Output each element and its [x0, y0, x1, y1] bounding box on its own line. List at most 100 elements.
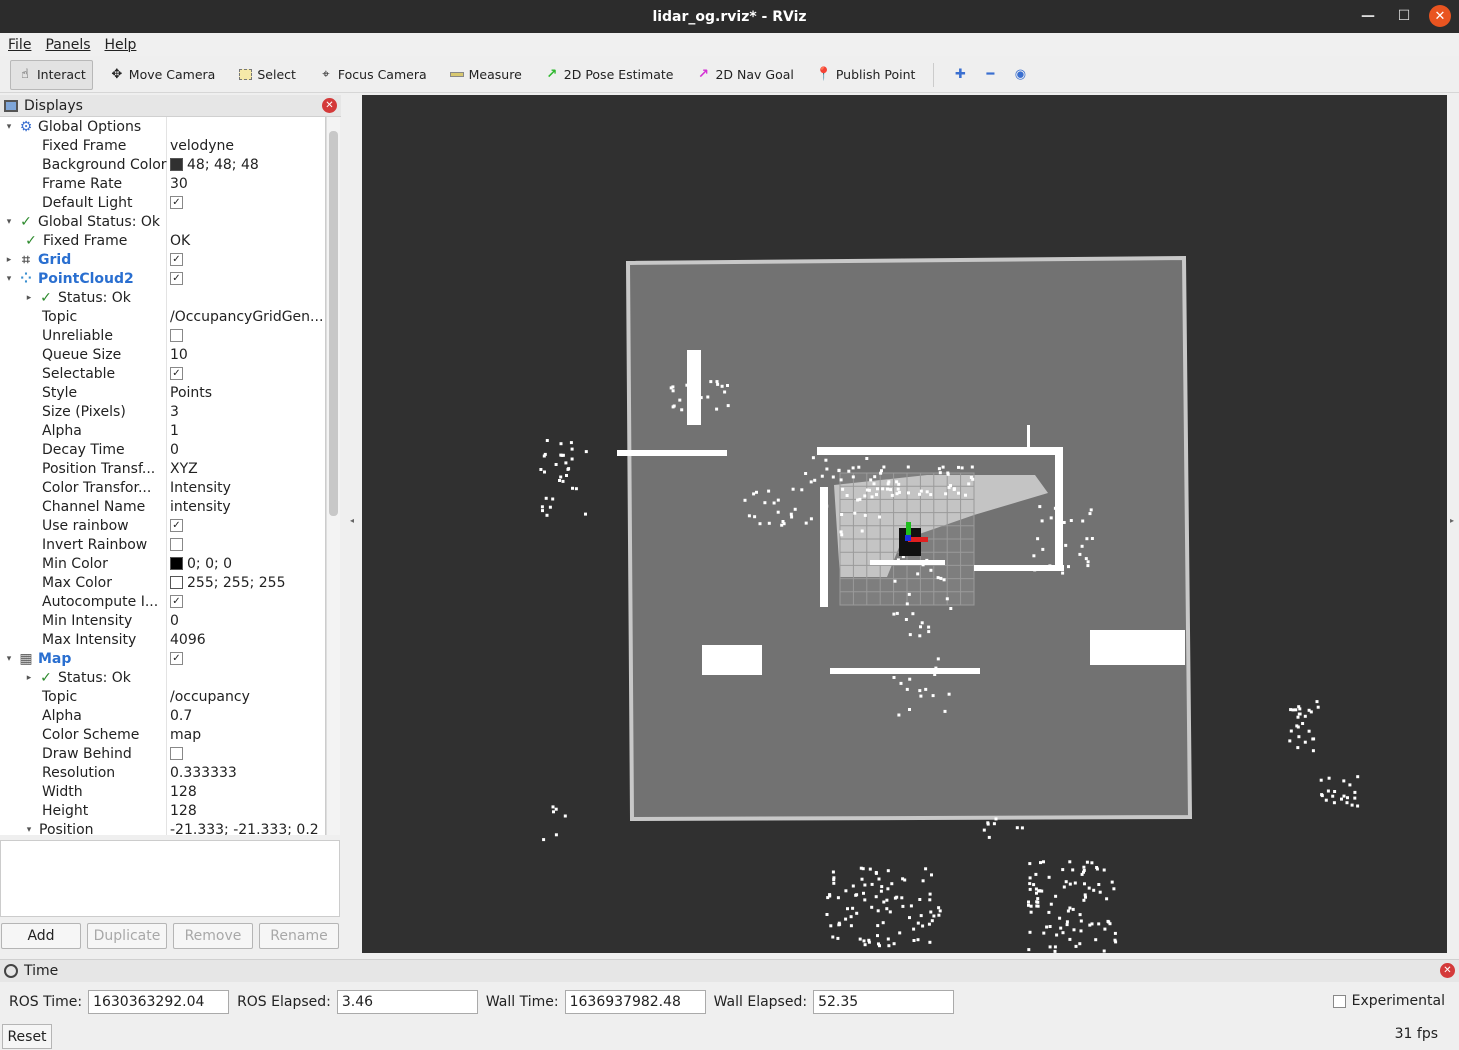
ros-time-field[interactable] — [88, 990, 230, 1014]
display-row[interactable]: Invert Rainbow — [0, 535, 325, 554]
display-row-value[interactable]: 128 — [170, 784, 197, 800]
display-row[interactable]: ▸ ✓ Status: Ok — [0, 288, 325, 307]
display-row-value[interactable]: /OccupancyGridGen... — [170, 309, 323, 325]
display-checkbox[interactable]: ✓ — [170, 196, 183, 209]
menu-help[interactable]: Help — [105, 37, 137, 53]
reset-button[interactable]: Reset — [2, 1024, 52, 1049]
menu-panels[interactable]: Panels — [45, 37, 90, 53]
display-row[interactable]: Alpha 0.7 — [0, 706, 325, 725]
display-row[interactable]: ▾ ✓ Global Status: Ok — [0, 212, 325, 231]
display-row[interactable]: Min Color 0; 0; 0 — [0, 554, 325, 573]
expand-down-icon[interactable]: ▾ — [4, 654, 14, 664]
experimental-checkbox[interactable] — [1332, 994, 1346, 1008]
display-row[interactable]: ▸ ⌗ Grid ✓ — [0, 250, 325, 269]
move-camera-tool[interactable]: ✥ Move Camera — [103, 60, 222, 90]
display-checkbox[interactable]: ✓ — [170, 272, 183, 285]
duplicate-button[interactable]: Duplicate — [87, 923, 167, 949]
display-row[interactable]: ▾ ⁘ PointCloud2 ✓ — [0, 269, 325, 288]
display-row[interactable]: Style Points — [0, 383, 325, 402]
render-canvas[interactable] — [362, 95, 1447, 953]
render-view[interactable] — [362, 95, 1447, 953]
display-row[interactable]: ▸ ✓ Status: Ok — [0, 668, 325, 687]
focus-camera-tool[interactable]: ⌖ Focus Camera — [312, 60, 433, 90]
ros-elapsed-field[interactable] — [336, 990, 478, 1014]
display-row-value[interactable]: 0.7 — [170, 708, 192, 724]
close-displays-icon[interactable]: ✕ — [322, 98, 337, 113]
wall-elapsed-field[interactable] — [813, 990, 955, 1014]
display-row[interactable]: Topic/occupancy — [0, 687, 325, 706]
display-row[interactable]: ▾ Position -21.333; -21.333; 0.2 — [0, 820, 325, 836]
right-splitter[interactable]: ▸ — [1447, 95, 1459, 953]
display-row-value[interactable]: 255; 255; 255 — [187, 575, 286, 591]
display-row[interactable]: Size (Pixels) 3 — [0, 402, 325, 421]
color-swatch[interactable] — [170, 158, 183, 171]
expand-right-icon[interactable]: ▸ — [24, 293, 34, 303]
display-row-value[interactable]: 0 — [170, 442, 179, 458]
display-row[interactable]: Default Light ✓ — [0, 193, 325, 212]
publish-point-tool[interactable]: 📍 Publish Point — [810, 60, 922, 90]
display-row-value[interactable]: intensity — [170, 499, 231, 515]
display-row-value[interactable]: Points — [170, 385, 212, 401]
left-splitter[interactable]: ◂ — [341, 95, 362, 953]
expand-down-icon[interactable]: ▾ — [4, 274, 14, 284]
rename-button[interactable]: Rename — [259, 923, 339, 949]
expand-down-icon[interactable]: ▾ — [4, 122, 14, 132]
display-row[interactable]: Channel Name intensity — [0, 497, 325, 516]
display-row-value[interactable]: 1 — [170, 423, 179, 439]
display-row[interactable]: Autocompute I... ✓ — [0, 592, 325, 611]
collapse-left-icon[interactable]: ◂ — [350, 516, 354, 525]
display-checkbox[interactable]: ✓ — [170, 519, 183, 532]
display-row-value[interactable]: -21.333; -21.333; 0.2 — [170, 822, 319, 836]
display-row[interactable]: Min Intensity 0 — [0, 611, 325, 630]
measure-tool[interactable]: Measure — [443, 60, 528, 90]
close-time-icon[interactable]: ✕ — [1440, 963, 1455, 978]
display-checkbox[interactable]: ✓ — [170, 367, 183, 380]
remove-tool-button[interactable]: ━ — [976, 60, 1004, 90]
wall-time-field[interactable] — [564, 990, 706, 1014]
display-row-value[interactable]: 30 — [170, 176, 188, 192]
display-row[interactable]: Unreliable — [0, 326, 325, 345]
display-row-value[interactable]: 48; 48; 48 — [187, 157, 259, 173]
display-row-value[interactable]: Intensity — [170, 480, 231, 496]
display-checkbox[interactable] — [170, 329, 183, 342]
display-checkbox[interactable] — [170, 747, 183, 760]
display-row[interactable]: Alpha 1 — [0, 421, 325, 440]
add-button[interactable]: Add — [1, 923, 81, 949]
display-checkbox[interactable]: ✓ — [170, 652, 183, 665]
display-row[interactable]: Color Scheme map — [0, 725, 325, 744]
display-row-value[interactable]: 3 — [170, 404, 179, 420]
display-row[interactable]: Resolution 0.333333 — [0, 763, 325, 782]
display-row-value[interactable]: 0 — [170, 613, 179, 629]
display-row[interactable]: Queue Size 10 — [0, 345, 325, 364]
display-row-value[interactable]: 4096 — [170, 632, 206, 648]
collapse-right-icon[interactable]: ▸ — [1450, 516, 1454, 525]
display-row[interactable]: Height 128 — [0, 801, 325, 820]
display-row-value[interactable]: 0; 0; 0 — [187, 556, 232, 572]
nav-goal-tool[interactable]: ↗ 2D Nav Goal — [689, 60, 799, 90]
display-row-value[interactable]: 0.333333 — [170, 765, 237, 781]
close-icon[interactable]: ✕ — [1429, 5, 1451, 27]
view-options-button[interactable]: ◉ — [1006, 60, 1034, 90]
minimize-icon[interactable]: — — [1357, 5, 1379, 27]
expand-down-icon[interactable]: ▾ — [24, 825, 34, 835]
display-row-value[interactable]: XYZ — [170, 461, 198, 477]
display-row-value[interactable]: 128 — [170, 803, 197, 819]
display-row[interactable]: Draw Behind — [0, 744, 325, 763]
display-row[interactable]: ▾ ⚙ Global Options — [0, 117, 325, 136]
menu-file[interactable]: File — [8, 37, 31, 53]
display-row[interactable]: Use rainbow ✓ — [0, 516, 325, 535]
display-row[interactable]: ▾ ▦ Map ✓ — [0, 649, 325, 668]
display-row[interactable]: Frame Rate 30 — [0, 174, 325, 193]
display-row[interactable]: Width 128 — [0, 782, 325, 801]
display-row[interactable]: Position Transf... XYZ — [0, 459, 325, 478]
remove-button[interactable]: Remove — [173, 923, 253, 949]
expand-down-icon[interactable]: ▾ — [4, 217, 14, 227]
maximize-icon[interactable]: ☐ — [1393, 5, 1415, 27]
display-row[interactable]: Color Transfor... Intensity — [0, 478, 325, 497]
color-swatch[interactable] — [170, 557, 183, 570]
add-tool-button[interactable]: ✚ — [946, 60, 974, 90]
expand-right-icon[interactable]: ▸ — [4, 255, 14, 265]
display-row[interactable]: Decay Time 0 — [0, 440, 325, 459]
display-row[interactable]: Selectable ✓ — [0, 364, 325, 383]
color-swatch[interactable] — [170, 576, 183, 589]
